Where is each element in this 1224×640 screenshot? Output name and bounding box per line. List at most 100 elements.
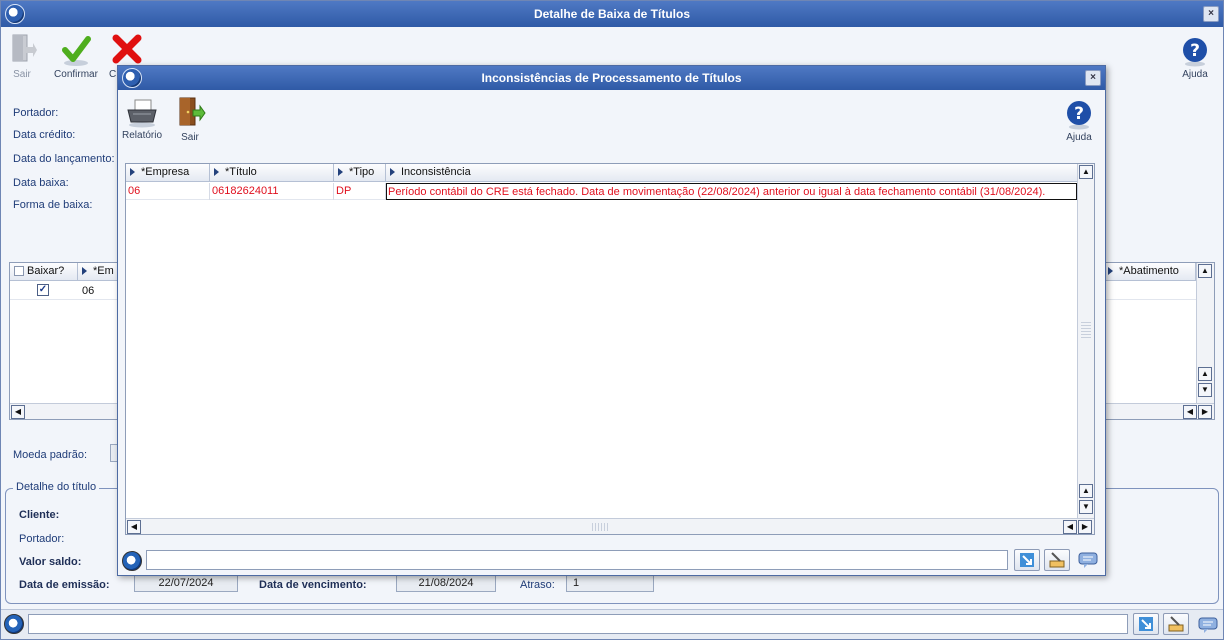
svg-text:?: ? xyxy=(1190,41,1200,61)
table-row[interactable]: 06 06182624011 DP Período contábil do CR… xyxy=(126,183,1078,200)
forma-baixa-label: Forma de baixa: xyxy=(13,199,93,211)
modal-header-empresa[interactable]: *Empresa xyxy=(126,164,210,182)
modal-close-button[interactable]: × xyxy=(1085,70,1101,86)
modal-sair-button[interactable]: Sair xyxy=(174,96,206,143)
help-icon: ? xyxy=(1067,101,1091,130)
relatorio-label: Relatório xyxy=(122,130,163,141)
modal-ajuda-button[interactable]: ? Ajuda xyxy=(1060,100,1098,143)
data-vencimento-field[interactable]: 21/08/2024 xyxy=(396,574,496,592)
data-baixa-label: Data baixa: xyxy=(13,177,69,189)
modal-header-empresa-text: *Empresa xyxy=(141,166,190,178)
chat-button[interactable] xyxy=(1196,615,1220,635)
chat-bubble-icon xyxy=(1078,552,1098,568)
main-titlebar: Detalhe de Baixa de Títulos × xyxy=(1,1,1223,27)
tools-icon xyxy=(1168,616,1184,632)
select-all-checkbox[interactable] xyxy=(14,266,24,277)
checkmark-icon xyxy=(62,36,91,66)
modal-scroll-left-arrow-icon[interactable]: ◀ xyxy=(127,520,141,534)
row-empresa-cell: 06 xyxy=(126,183,210,200)
inconsistencias-dialog: Inconsistências de Processamento de Títu… xyxy=(117,65,1106,576)
modal-header-titulo-text: *Título xyxy=(225,166,257,178)
modal-sair-label: Sair xyxy=(181,132,199,143)
arrow-diagonal-icon xyxy=(1020,553,1034,567)
scroll-left-arrow-icon[interactable]: ◀ xyxy=(11,405,25,419)
modal-status-message-field[interactable] xyxy=(146,550,1008,570)
scroll-up-arrow-icon[interactable]: ▲ xyxy=(1198,264,1212,278)
scroll-left-arrow-icon-2[interactable]: ◀ xyxy=(1183,405,1197,419)
settings-button[interactable] xyxy=(1163,613,1189,635)
row-titulo-cell: 06182624011 xyxy=(210,183,334,200)
baixar-checkbox[interactable]: ✓ xyxy=(37,284,49,296)
detalhe-portador-label: Portador: xyxy=(19,533,65,545)
scroll-right-arrow-icon[interactable]: ▶ xyxy=(1198,405,1212,419)
scroll-up-arrow-icon-2[interactable]: ▲ xyxy=(1198,367,1212,381)
sair-button[interactable]: Sair xyxy=(7,33,37,80)
cliente-label: Cliente: xyxy=(19,509,60,521)
main-status-bar xyxy=(1,609,1223,639)
moeda-padrao-label: Moeda padrão: xyxy=(13,449,87,461)
modal-header-inconsistencia-text: Inconsistência xyxy=(401,166,471,178)
main-window-title: Detalhe de Baixa de Títulos xyxy=(533,7,691,21)
modal-status-logo-icon[interactable] xyxy=(122,551,142,571)
confirmar-button[interactable]: Confirmar xyxy=(53,33,99,80)
modal-navigate-button[interactable] xyxy=(1014,549,1040,571)
arrow-diagonal-icon xyxy=(1139,617,1153,631)
data-credito-label: Data crédito: xyxy=(13,129,76,141)
h-scroll-grip-icon[interactable] xyxy=(592,523,610,531)
header-empresa-text: *Em xyxy=(93,265,114,277)
valor-saldo-label: Valor saldo: xyxy=(19,556,82,568)
tools-icon xyxy=(1049,552,1065,568)
status-logo-icon[interactable] xyxy=(4,614,24,634)
modal-vertical-scrollbar[interactable]: ▲ ▲ ▼ xyxy=(1077,164,1094,518)
relatorio-button[interactable]: Relatório xyxy=(122,98,162,141)
header-abatimento-text: *Abatimento xyxy=(1119,265,1179,277)
modal-scroll-left-arrow-icon-2[interactable]: ◀ xyxy=(1063,520,1077,534)
chat-bubble-icon xyxy=(1198,617,1218,633)
grid-header-abatimento[interactable]: *Abatimento xyxy=(1104,263,1196,281)
modal-app-logo-icon xyxy=(122,68,142,88)
status-message-field[interactable] xyxy=(28,614,1128,634)
atraso-label: Atraso: xyxy=(520,579,555,591)
modal-scroll-up-arrow-icon[interactable]: ▲ xyxy=(1079,165,1093,179)
modal-scroll-down-arrow-icon[interactable]: ▼ xyxy=(1079,500,1093,514)
detalhe-titulo-legend: Detalhe do título xyxy=(13,481,100,493)
data-vencimento-label: Data de vencimento: xyxy=(259,579,367,591)
scroll-down-arrow-icon[interactable]: ▼ xyxy=(1198,383,1212,397)
modal-header-tipo[interactable]: *Tipo xyxy=(334,164,386,182)
inconsistencias-grid: *Empresa *Título *Tipo Inconsistência 06… xyxy=(125,163,1095,535)
sair-label: Sair xyxy=(13,69,31,80)
grid-header-empresa[interactable]: *Em xyxy=(78,263,118,281)
app-logo-icon xyxy=(5,4,25,24)
grid-header-baixar[interactable]: Baixar? xyxy=(10,263,78,281)
svg-text:?: ? xyxy=(1074,104,1084,124)
modal-horizontal-scrollbar[interactable]: ◀ ◀ ▶ xyxy=(126,518,1094,534)
data-emissao-field[interactable]: 22/07/2024 xyxy=(134,574,238,592)
modal-ajuda-label: Ajuda xyxy=(1066,132,1092,143)
row-inconsistencia-cell: Período contábil do CRE está fechado. Da… xyxy=(386,183,1077,200)
modal-title: Inconsistências de Processamento de Títu… xyxy=(481,71,742,85)
modal-scroll-right-arrow-icon[interactable]: ▶ xyxy=(1078,520,1092,534)
data-emissao-label: Data de emissão: xyxy=(19,579,110,591)
help-icon: ? xyxy=(1183,38,1207,67)
main-close-button[interactable]: × xyxy=(1203,6,1219,22)
confirmar-label: Confirmar xyxy=(54,69,98,80)
modal-chat-button[interactable] xyxy=(1076,550,1100,570)
row-tipo-cell: DP xyxy=(334,183,386,200)
modal-header-inconsistencia[interactable]: Inconsistência xyxy=(386,164,1078,182)
header-baixar-text: Baixar? xyxy=(27,265,65,277)
modal-scroll-up-arrow-icon-2[interactable]: ▲ xyxy=(1079,484,1093,498)
modal-titlebar: Inconsistências de Processamento de Títu… xyxy=(118,66,1105,90)
modal-header-titulo[interactable]: *Título xyxy=(210,164,334,182)
modal-settings-button[interactable] xyxy=(1044,549,1070,571)
navigate-button[interactable] xyxy=(1133,613,1159,635)
exit-door-icon xyxy=(179,97,206,126)
modal-header-tipo-text: *Tipo xyxy=(349,166,375,178)
row-empresa-cell: 06 xyxy=(82,285,95,297)
atraso-field[interactable]: 1 xyxy=(566,574,654,592)
ajuda-button[interactable]: ? Ajuda xyxy=(1175,37,1215,80)
cancel-x-icon xyxy=(112,34,142,64)
grid-vertical-scrollbar[interactable]: ▲ ▲ ▼ xyxy=(1196,263,1214,403)
printer-icon xyxy=(127,99,157,128)
scroll-grip-icon[interactable] xyxy=(1081,322,1091,338)
exit-door-icon xyxy=(12,34,37,62)
